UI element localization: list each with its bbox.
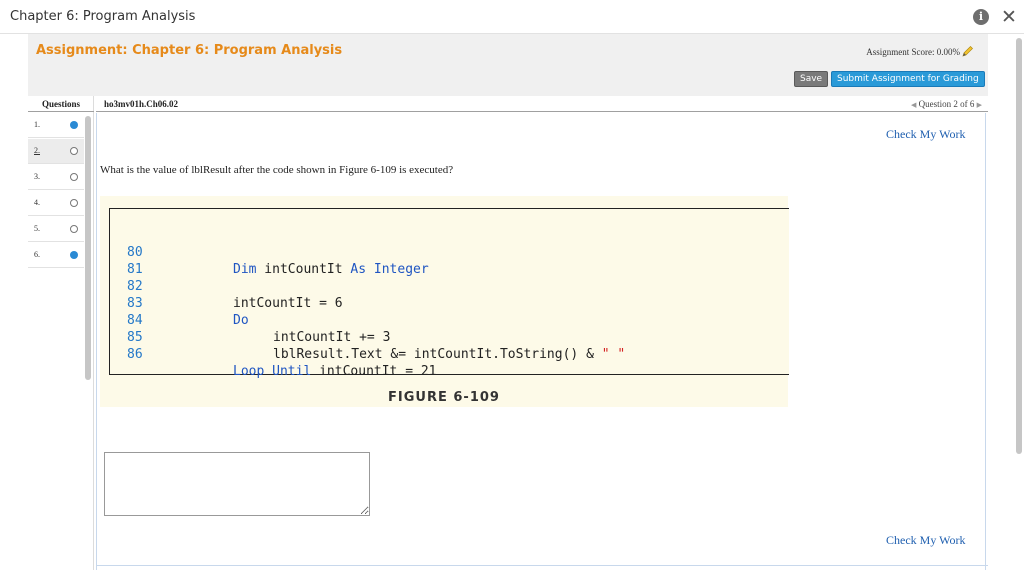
code-line: 82 intCountIt = 6 (110, 261, 790, 311)
chevron-left-icon[interactable]: ◀ (911, 101, 916, 109)
question-number: 5. (34, 224, 40, 233)
check-my-work-link-bottom[interactable]: Check My Work (886, 533, 965, 548)
code-line: 83 Do (110, 278, 790, 328)
code-line: 84 intCountIt += 3 (110, 295, 790, 345)
status-dot-icon (70, 199, 78, 207)
line-number: 86 (127, 347, 143, 362)
question-position: Question 2 of 6 (918, 99, 975, 109)
code-keyword: Until (272, 364, 312, 379)
sidebar-question-item[interactable]: 1. (28, 113, 84, 138)
question-number: 1. (34, 120, 40, 129)
code-listing: 80 Dim intCountIt As Integer 81 82 intCo… (109, 208, 790, 379)
questions-heading: Questions (28, 96, 94, 112)
question-content: Check My Work What is the value of lblRe… (96, 113, 986, 570)
status-dot-icon (70, 251, 78, 259)
question-number: 3. (34, 172, 40, 181)
page-scrollbar[interactable] (1016, 38, 1022, 454)
sidebar-question-item[interactable]: 3. (28, 165, 84, 190)
assignment-header: Assignment: Chapter 6: Program Analysis … (28, 34, 988, 96)
code-line: 81 (110, 244, 790, 277)
question-navigator: ◀ Question 2 of 6 ▶ (911, 99, 982, 109)
answer-input[interactable] (104, 452, 370, 516)
assignment-title: Assignment: Chapter 6: Program Analysis (36, 43, 343, 58)
sidebar-question-item[interactable]: 6. (28, 243, 84, 268)
figure-caption: FIGURE 6-109 (388, 390, 500, 405)
assignment-score: Assignment Score: 0.00% (866, 47, 960, 57)
question-header: ho3mv01h.Ch06.02 ◀ Question 2 of 6 ▶ (96, 96, 988, 112)
code-text: intCountIt = 21 (311, 364, 437, 379)
code-line: 80 Dim intCountIt As Integer (110, 227, 790, 277)
submit-assignment-button[interactable]: Submit Assignment for Grading (831, 71, 985, 87)
question-number: 6. (34, 250, 40, 259)
status-dot-icon (70, 225, 78, 233)
sidebar-question-item[interactable]: 2. (28, 139, 84, 164)
pencil-icon[interactable] (962, 45, 974, 57)
status-dot-icon (70, 173, 78, 181)
code-line: 85 lblResult.Text &= intCountIt.ToString… (110, 312, 790, 362)
save-button[interactable]: Save (794, 71, 829, 87)
code-text: lblResult.Text &= intCountIt.ToString() … (273, 347, 602, 362)
code-line: 86 Loop Until intCountIt = 21 (110, 329, 790, 379)
chevron-right-icon[interactable]: ▶ (977, 101, 982, 109)
code-keyword: Loop (233, 364, 265, 379)
status-dot-icon (70, 121, 78, 129)
code-figure: 80 Dim intCountIt As Integer 81 82 intCo… (100, 196, 790, 407)
question-prompt: What is the value of lblResult after the… (100, 164, 454, 176)
window-title: Chapter 6: Program Analysis (10, 9, 196, 24)
sidebar-question-item[interactable]: 4. (28, 191, 84, 216)
window-titlebar: Chapter 6: Program Analysis i ✕ (0, 0, 1024, 34)
sidebar-question-item[interactable]: 5. (28, 217, 84, 242)
check-my-work-link-top[interactable]: Check My Work (886, 127, 965, 142)
status-dot-icon (70, 147, 78, 155)
sidebar-scrollbar[interactable] (85, 116, 91, 380)
question-number: 2. (34, 146, 40, 155)
info-icon[interactable]: i (973, 9, 989, 25)
close-icon[interactable]: ✕ (1001, 6, 1017, 28)
content-divider (96, 565, 988, 566)
questions-sidebar: Questions 1. 2. 3. 4. 5. 6. (28, 96, 94, 570)
question-number: 4. (34, 198, 40, 207)
code-string: " " (601, 347, 626, 362)
question-id: ho3mv01h.Ch06.02 (104, 99, 179, 109)
